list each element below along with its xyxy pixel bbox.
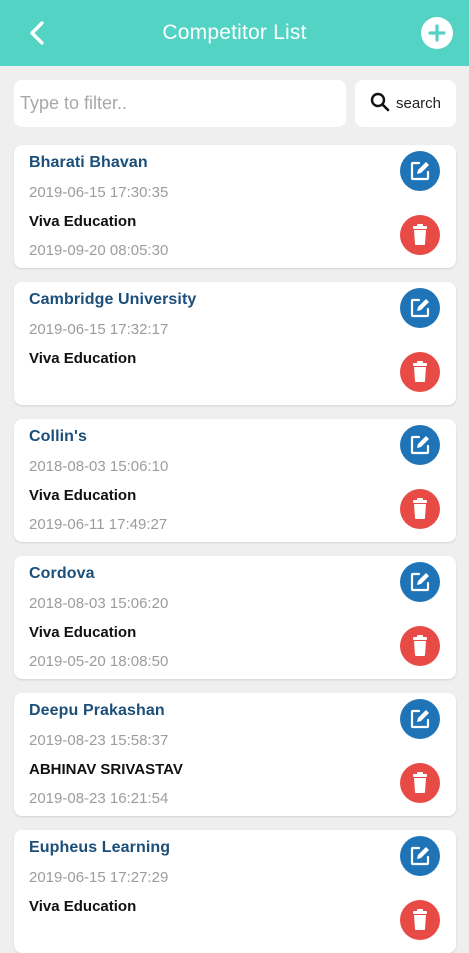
competitor-name: Eupheus Learning <box>29 839 171 856</box>
created-date: 2019-08-23 15:58:37 <box>29 732 169 749</box>
trash-icon[interactable] <box>400 763 440 803</box>
trash-icon[interactable] <box>400 626 440 666</box>
edit-icon[interactable] <box>400 151 440 191</box>
competitor-name: Cambridge University <box>29 291 197 308</box>
list-item[interactable]: Cambridge University 2019-06-15 17:32:17… <box>14 282 456 405</box>
list-item[interactable]: Deepu Prakashan 2019-08-23 15:58:37 ABHI… <box>14 693 456 816</box>
modified-by: ABHINAV SRIVASTAV <box>29 761 183 778</box>
modified-by: Viva Education <box>29 213 137 230</box>
trash-icon[interactable] <box>400 900 440 940</box>
created-date: 2019-06-15 17:32:17 <box>29 321 169 338</box>
list-item[interactable]: Bharati Bhavan 2019-06-15 17:30:35 Viva … <box>14 145 456 268</box>
modified-by: Viva Education <box>29 898 137 915</box>
trash-icon[interactable] <box>400 489 440 529</box>
competitor-name: Bharati Bhavan <box>29 154 148 171</box>
search-icon <box>370 92 390 115</box>
modified-date: 2019-06-11 17:49:27 <box>29 516 168 533</box>
list-item[interactable]: Cordova 2018-08-03 15:06:20 Viva Educati… <box>14 556 456 679</box>
created-date: 2018-08-03 15:06:20 <box>29 595 169 612</box>
modified-date: 2019-08-23 16:21:54 <box>29 790 169 807</box>
modified-date: 2019-05-20 18:08:50 <box>29 653 169 670</box>
trash-icon[interactable] <box>400 215 440 255</box>
edit-icon[interactable] <box>400 562 440 602</box>
back-chevron-icon[interactable] <box>22 18 52 48</box>
competitor-name: Collin's <box>29 428 87 445</box>
modified-date: 2019-09-20 08:05:30 <box>29 242 169 259</box>
filter-bar: search <box>14 80 456 127</box>
filter-input[interactable] <box>14 80 346 127</box>
plus-circle-icon[interactable] <box>421 17 453 49</box>
edit-icon[interactable] <box>400 836 440 876</box>
modified-by: Viva Education <box>29 487 137 504</box>
edit-icon[interactable] <box>400 425 440 465</box>
search-button[interactable]: search <box>355 80 456 127</box>
list-item[interactable]: Eupheus Learning 2019-06-15 17:27:29 Viv… <box>14 830 456 953</box>
created-date: 2018-08-03 15:06:10 <box>29 458 169 475</box>
created-date: 2019-06-15 17:30:35 <box>29 184 169 201</box>
modified-by: Viva Education <box>29 624 137 641</box>
page-title: Competitor List <box>162 21 307 44</box>
list-item[interactable]: Collin's 2018-08-03 15:06:10 Viva Educat… <box>14 419 456 542</box>
app-bar: Competitor List <box>0 0 469 66</box>
edit-icon[interactable] <box>400 699 440 739</box>
search-button-label: search <box>395 95 442 112</box>
competitor-name: Cordova <box>29 565 95 582</box>
competitor-name: Deepu Prakashan <box>29 702 165 719</box>
modified-by: Viva Education <box>29 350 137 367</box>
edit-icon[interactable] <box>400 288 440 328</box>
trash-icon[interactable] <box>400 352 440 392</box>
created-date: 2019-06-15 17:27:29 <box>29 869 169 886</box>
